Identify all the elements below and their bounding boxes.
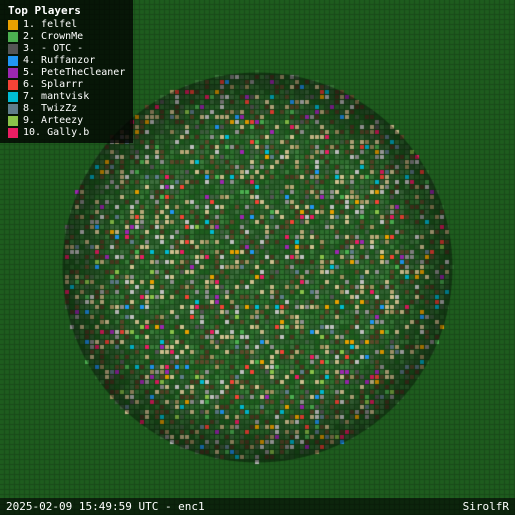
legend-panel: Top Players 1. felfel2. CrownMe3. - OTC … — [0, 0, 133, 143]
legend-label: 10. Gally.b — [23, 127, 89, 138]
legend-item: 1. felfel — [8, 19, 125, 30]
legend-item: 2. CrownMe — [8, 31, 125, 42]
legend-item: 9. Arteezy — [8, 115, 125, 126]
legend-label: 9. Arteezy — [23, 115, 83, 126]
legend-items: 1. felfel2. CrownMe3. - OTC -4. Ruffanzo… — [8, 19, 125, 138]
legend-item: 5. PeteTheCleaner — [8, 67, 125, 78]
legend-item: 3. - OTC - — [8, 43, 125, 54]
legend-item: 6. Splarrr — [8, 79, 125, 90]
legend-color-swatch — [8, 80, 18, 90]
legend-label: 1. felfel — [23, 19, 77, 30]
legend-label: 2. CrownMe — [23, 31, 83, 42]
legend-color-swatch — [8, 56, 18, 66]
legend-label: 3. - OTC - — [23, 43, 83, 54]
legend-label: 8. TwizZz — [23, 103, 77, 114]
legend-item: 8. TwizZz — [8, 103, 125, 114]
legend-color-swatch — [8, 116, 18, 126]
legend-color-swatch — [8, 104, 18, 114]
legend-title: Top Players — [8, 4, 125, 17]
server-name: SirolfR — [463, 500, 509, 513]
legend-color-swatch — [8, 44, 18, 54]
legend-color-swatch — [8, 32, 18, 42]
legend-label: 7. mantvisk — [23, 91, 89, 102]
legend-label: 6. Splarrr — [23, 79, 83, 90]
legend-color-swatch — [8, 128, 18, 138]
legend-color-swatch — [8, 20, 18, 30]
legend-color-swatch — [8, 68, 18, 78]
legend-color-swatch — [8, 92, 18, 102]
legend-item: 4. Ruffanzor — [8, 55, 125, 66]
bottom-bar: 2025-02-09 15:49:59 UTC - enc1 SirolfR — [0, 498, 515, 515]
timestamp: 2025-02-09 15:49:59 UTC - enc1 — [6, 500, 205, 513]
legend-label: 4. Ruffanzor — [23, 55, 95, 66]
legend-label: 5. PeteTheCleaner — [23, 67, 125, 78]
legend-item: 7. mantvisk — [8, 91, 125, 102]
legend-item: 10. Gally.b — [8, 127, 125, 138]
